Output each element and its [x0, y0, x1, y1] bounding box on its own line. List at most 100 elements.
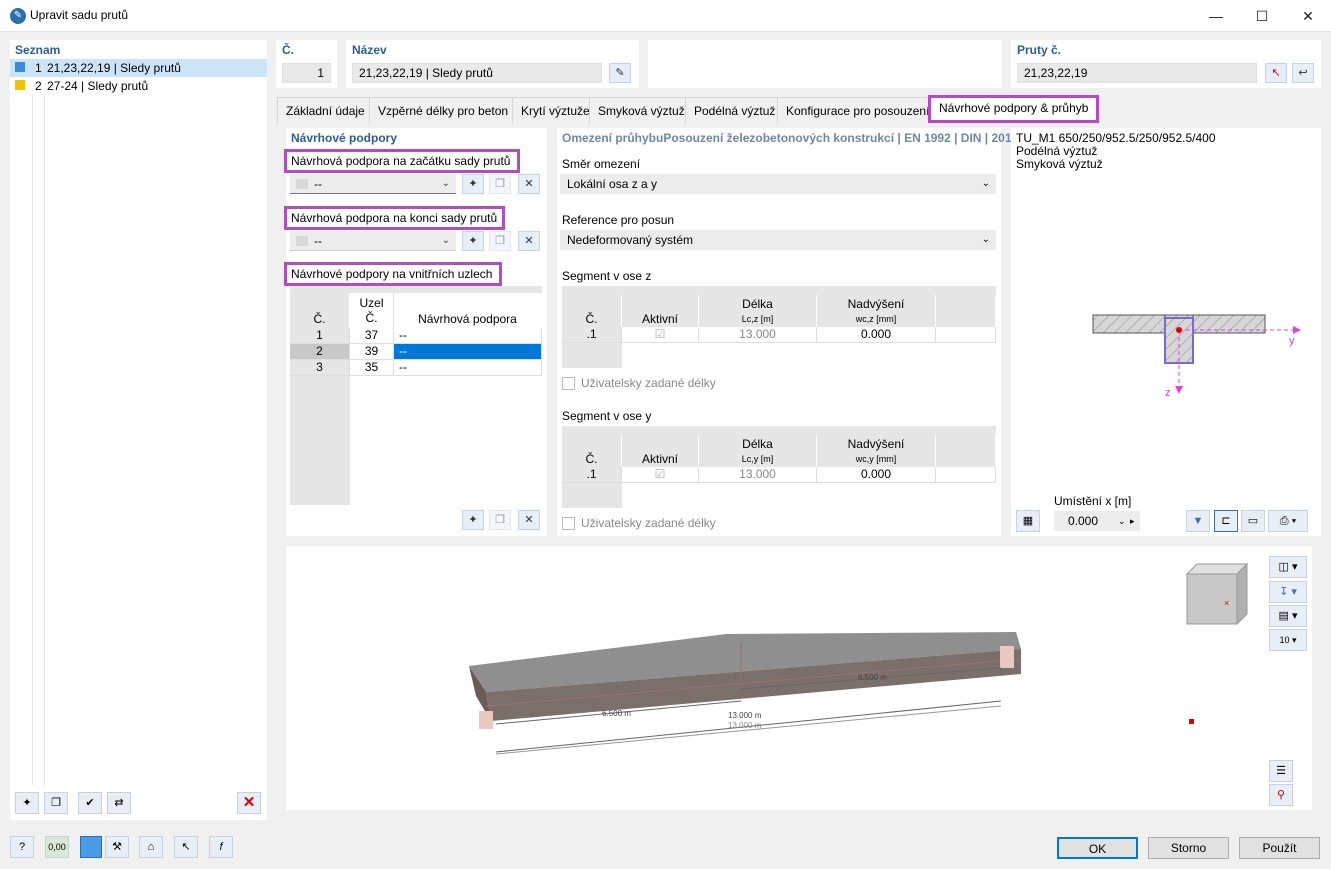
number-box: Č. 1 — [276, 40, 337, 88]
support-cell[interactable]: -- — [394, 360, 542, 376]
col-empty-header — [936, 435, 996, 467]
delete-support-icon[interactable]: ✕ — [518, 231, 540, 251]
units-icon[interactable]: 0,00 — [45, 836, 69, 858]
copy-support-icon[interactable]: ❐ — [489, 231, 511, 251]
col-camber-header: Nadvýšení wc,z [mm] — [817, 295, 936, 327]
end-support-select[interactable]: -- ⌄ — [290, 231, 456, 251]
name-field[interactable]: 21,23,22,19 | Sledy prutů — [352, 63, 602, 83]
select-icon[interactable]: ↖ — [174, 836, 198, 858]
delete-support-icon[interactable]: ✕ — [518, 510, 540, 530]
check-selected-icon[interactable]: ⇄ — [107, 792, 131, 814]
help-icon[interactable]: ? — [10, 836, 34, 858]
tree-line — [32, 95, 33, 785]
table-row: .1 — [562, 327, 622, 343]
table-row: 2 — [290, 344, 350, 360]
tab-longitudinal-reinforcement[interactable]: Podélná výztuž — [685, 97, 785, 123]
start-support-select[interactable]: -- ⌄ — [290, 174, 456, 194]
new-support-icon[interactable]: ✦ — [462, 174, 484, 194]
table-top-bar — [562, 426, 996, 435]
number-field[interactable]: 1 — [282, 63, 331, 83]
node-cell[interactable]: 37 — [350, 328, 394, 344]
new-support-icon[interactable]: ✦ — [462, 510, 484, 530]
active-checkbox[interactable]: ☑ — [622, 327, 699, 343]
new-support-icon[interactable]: ✦ — [462, 231, 484, 251]
node-cell[interactable]: 39 — [350, 344, 394, 360]
members-field[interactable]: 21,23,22,19 — [1017, 63, 1257, 83]
design-standard: Posouzení železobetonových konstrukcí | … — [663, 131, 1036, 145]
maximize-button[interactable]: ☐ — [1239, 0, 1285, 32]
segment-y-label: Segment v ose y — [562, 409, 652, 423]
support-cell[interactable]: -- — [394, 328, 542, 344]
list-item[interactable]: 1 21,23,22,19 | Sledy prutů — [10, 59, 267, 77]
list-item[interactable]: 2 27-24 | Sledy prutů — [10, 77, 267, 95]
new-item-icon[interactable]: ✦ — [15, 792, 39, 814]
tab-basic[interactable]: Základní údaje — [277, 97, 374, 123]
delete-icon[interactable]: ✕ — [237, 792, 261, 814]
name-label: Název — [352, 43, 387, 57]
view-settings-icon[interactable]: ☰ — [1269, 760, 1293, 782]
end-support-label: Návrhová podpora na konci sady prutů — [284, 206, 505, 230]
formula-icon[interactable]: f — [209, 836, 233, 858]
close-button[interactable]: ✕ — [1285, 0, 1331, 32]
apply-button[interactable]: Použít — [1239, 837, 1320, 859]
list-item-label: 21,23,22,19 | Sledy prutů — [47, 61, 181, 75]
reference-select[interactable]: Nedeformovaný systém ⌄ — [560, 230, 996, 250]
app-icon: ✎ — [10, 8, 26, 24]
copy-support-icon[interactable]: ❐ — [489, 510, 511, 530]
scale-factor-icon[interactable]: 10 ▾ — [1269, 629, 1307, 651]
list-item-number: 1 — [35, 61, 42, 75]
direction-select[interactable]: Lokální osa z a y ⌄ — [560, 174, 996, 194]
tab-design-supports[interactable]: Návrhové podpory & průhyb — [928, 95, 1100, 123]
axis-z-label: z — [1165, 387, 1171, 399]
color-icon[interactable] — [80, 836, 102, 858]
minimize-button[interactable]: — — [1193, 0, 1239, 32]
placement-input[interactable]: 0.000 ⌄ ▸ — [1054, 511, 1140, 531]
svg-text:×: × — [1224, 598, 1229, 608]
print-icon[interactable]: ⎙ ▾ — [1268, 510, 1308, 532]
members-box: Pruty č. 21,23,22,19 ↖ ↩ — [1011, 40, 1321, 88]
tab-cover[interactable]: Krytí výztuže — [512, 97, 599, 123]
view-cube-icon[interactable]: ◫ ▾ — [1269, 556, 1307, 578]
col-empty-header — [936, 295, 996, 327]
list-panel: Seznam 1 21,23,22,19 | Sledy prutů 2 27-… — [10, 40, 267, 820]
beam-3d-render: 6.500 m 6.500 m 13.000 m 13.000 m × — [469, 562, 1249, 755]
check-all-icon[interactable]: ✔ — [78, 792, 102, 814]
copy-item-icon[interactable]: ❐ — [44, 792, 68, 814]
delete-support-icon[interactable]: ✕ — [518, 174, 540, 194]
display-icon[interactable]: ⚒ — [105, 836, 129, 858]
section-settings-icon[interactable]: ▦ — [1016, 510, 1040, 532]
inner-support-label: Návrhové podpory na vnitřních uzlech — [284, 262, 502, 286]
dimension-icon[interactable]: ⊏ — [1214, 510, 1238, 532]
tab-design-configuration[interactable]: Konfigurace pro posouzení — [777, 97, 939, 123]
dimension-label: 6.500 m — [858, 673, 887, 682]
table-row: 3 — [290, 360, 350, 376]
view-icon[interactable]: ⌂ — [139, 836, 163, 858]
user-lengths-z[interactable]: Uživatelsky zadané délky — [562, 376, 716, 391]
camber-cell[interactable]: 0.000 — [817, 327, 936, 343]
model-view[interactable]: 6.500 m 6.500 m 13.000 m 13.000 m × ◫ ▾ … — [286, 546, 1312, 810]
number-label: Č. — [282, 43, 294, 57]
support-cell[interactable]: -- — [394, 344, 542, 360]
length-cell[interactable]: 13.000 — [699, 467, 817, 483]
zoom-reset-icon[interactable]: ⚲ — [1269, 784, 1293, 806]
edit-name-icon[interactable]: ✎ — [609, 63, 631, 83]
dimension-label: 13.000 m — [728, 711, 762, 720]
length-cell[interactable]: 13.000 — [699, 327, 817, 343]
tab-buckling-lengths[interactable]: Vzpěrné délky pro beton — [369, 97, 518, 123]
filter-icon[interactable]: ▼ — [1186, 510, 1210, 532]
node-cell[interactable]: 35 — [350, 360, 394, 376]
copy-support-icon[interactable]: ❐ — [489, 174, 511, 194]
active-checkbox[interactable]: ☑ — [622, 467, 699, 483]
cancel-button[interactable]: Storno — [1148, 837, 1229, 859]
ok-button[interactable]: OK — [1057, 837, 1138, 859]
camber-cell[interactable]: 0.000 — [817, 467, 936, 483]
return-icon[interactable]: ↩ — [1292, 63, 1314, 83]
user-lengths-y[interactable]: Uživatelsky zadané délky — [562, 516, 716, 531]
display-mode-icon[interactable]: ▤ ▾ — [1269, 605, 1307, 627]
tree-line — [44, 95, 45, 785]
axis-direction-icon[interactable]: ↧ ▾ — [1269, 581, 1307, 603]
pick-members-icon[interactable]: ↖ — [1265, 63, 1287, 83]
list-header: Seznam — [15, 43, 61, 57]
scale-icon[interactable]: ▭ — [1241, 510, 1265, 532]
tab-shear-reinforcement[interactable]: Smyková výztuž — [589, 97, 694, 123]
